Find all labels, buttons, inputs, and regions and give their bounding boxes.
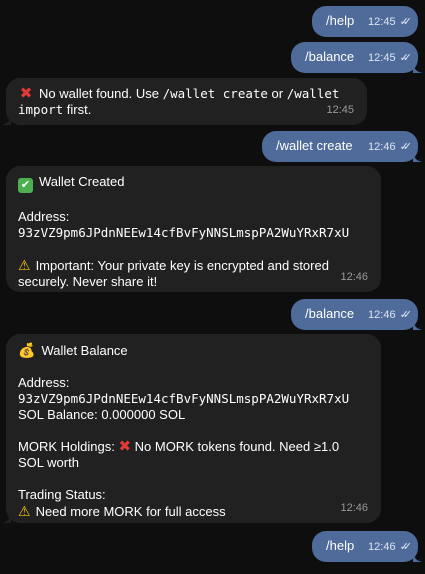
wallet-address[interactable]: 93zVZ9pm6JPdnNEEw14cfBvFyNNSLmspPA2WuYRx…: [18, 225, 369, 241]
read-checks-icon: ✓✓: [399, 141, 413, 153]
message-time: 12:45: [368, 16, 396, 28]
message-time: 12:46: [340, 502, 368, 514]
message-time: 12:46: [368, 309, 396, 321]
mork-holdings-line: MORK Holdings: ✖ No MORK tokens found. N…: [18, 438, 340, 455]
incoming-message[interactable]: ✖ No wallet found. Use /wallet create or …: [1, 78, 367, 125]
command-code[interactable]: /wallet: [287, 86, 340, 101]
message-text: /wallet create: [276, 138, 353, 153]
warning-icon: ⚠: [18, 503, 31, 519]
message-meta: 12:45 ✓✓: [368, 50, 413, 66]
message-title: ✔ Wallet Created: [18, 174, 369, 193]
message-text: first.: [63, 102, 92, 117]
wallet-address[interactable]: 93zVZ9pm6JPdnNEEw14cfBvFyNNSLmspPA2WuYRx…: [18, 391, 369, 407]
money-bag-icon: 💰: [18, 342, 36, 358]
warning-line: ⚠ Important: Your private key is encrypte…: [18, 257, 329, 273]
incoming-message[interactable]: ✔ Wallet Created Address: 93zVZ9pm6JPdnNE…: [6, 166, 381, 292]
outgoing-message[interactable]: /wallet create 12:46 ✓✓: [262, 131, 423, 162]
bubble-tail-icon: [413, 552, 423, 562]
message-text: /help: [326, 538, 355, 553]
command-code[interactable]: import: [18, 102, 63, 117]
incoming-message[interactable]: 💰 Wallet Balance Address: 93zVZ9pm6JPdnNE…: [1, 334, 381, 523]
bubble-tail-icon: [1, 115, 11, 125]
read-checks-icon: ✓✓: [399, 52, 413, 64]
warning-line: securely. Never share it!: [18, 274, 158, 289]
address-label: Address:: [18, 209, 70, 224]
sol-balance: SOL Balance: 0.000000 SOL: [18, 407, 186, 422]
message-line: ✖ No wallet found. Use /wallet create or …: [18, 86, 355, 102]
warning-icon: ⚠: [18, 257, 31, 273]
bubble-tail-icon: [413, 63, 423, 73]
outgoing-message[interactable]: /help 12:46 ✓✓: [312, 531, 423, 562]
message-text: or: [267, 86, 287, 101]
bubble-tail-icon: [413, 320, 423, 330]
address-label: Address:: [18, 375, 70, 390]
trading-status-label: Trading Status:: [18, 487, 106, 502]
cross-mark-icon: ✖: [19, 85, 33, 102]
bubble-tail-icon: [1, 513, 11, 523]
check-mark-button-icon: ✔: [18, 178, 33, 193]
message-time: 12:46: [340, 271, 368, 283]
message-text: /balance: [305, 49, 355, 64]
command-code[interactable]: /wallet create: [163, 86, 268, 101]
read-checks-icon: ✓✓: [399, 309, 413, 321]
chat-history: /help 12:45 ✓✓ /balance 12:45 ✓✓ ✖ No walle…: [0, 0, 425, 574]
message-text: No wallet found. Use: [39, 86, 163, 101]
message-text: /help: [326, 13, 355, 28]
outgoing-message[interactable]: /balance 12:46 ✓✓: [291, 299, 423, 330]
message-time: 12:46: [368, 141, 396, 153]
message-title: 💰 Wallet Balance: [18, 342, 128, 358]
message-time: 12:45: [326, 104, 354, 116]
bubble-tail-icon: [413, 152, 423, 162]
message-meta: 12:46 ✓✓: [368, 307, 413, 323]
outgoing-message[interactable]: /balance 12:45 ✓✓: [291, 42, 423, 73]
outgoing-message[interactable]: /help 12:45 ✓✓: [312, 6, 418, 37]
read-checks-icon: ✓✓: [399, 541, 413, 553]
cross-mark-icon: ✖: [118, 438, 132, 455]
read-checks-icon: ✓✓: [399, 16, 413, 28]
message-meta: 12:46 ✓✓: [368, 139, 413, 155]
trading-status-line: ⚠ Need more MORK for full access: [18, 503, 226, 519]
mork-holdings-line: SOL worth: [18, 455, 79, 470]
message-time: 12:46: [368, 541, 396, 553]
message-line: import first.: [18, 102, 355, 118]
message-meta: 12:46 ✓✓: [368, 539, 413, 555]
message-meta: 12:45 ✓✓: [368, 14, 413, 30]
message-text: /balance: [305, 306, 355, 321]
message-time: 12:45: [368, 52, 396, 64]
